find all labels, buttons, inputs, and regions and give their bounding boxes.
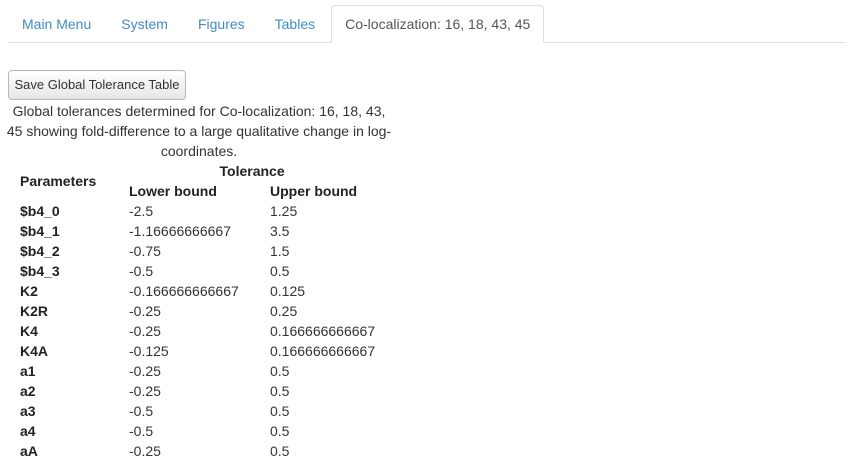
upper-bound-cell: 0.5 [270, 443, 290, 459]
upper-bound-cell: 0.25 [270, 303, 298, 319]
lower-bound-cell: -0.5 [129, 423, 154, 439]
lower-bound-cell: -0.25 [129, 383, 161, 399]
table-row: K4A -0.125 0.166666666667 [20, 341, 375, 361]
upper-bound-header: Upper bound [270, 183, 358, 199]
lower-bound-cell: -0.125 [129, 343, 169, 359]
lower-bound-cell: -1.16666666667 [129, 223, 231, 239]
lower-bound-cell: -0.75 [129, 243, 161, 259]
table-row: $b4_1 -1.16666666667 3.5 [20, 221, 375, 241]
upper-bound-cell: 0.5 [270, 423, 290, 439]
upper-bound-cell: 0.5 [270, 403, 290, 419]
param-cell: $b4_1 [20, 223, 60, 239]
upper-bound-cell: 0.166666666667 [270, 323, 376, 339]
lower-bound-cell: -0.25 [129, 303, 161, 319]
table-row: aA -0.25 0.5 [20, 441, 375, 461]
table-row: K4 -0.25 0.166666666667 [20, 321, 375, 341]
tab-tables[interactable]: Tables [261, 5, 329, 42]
page: Main Menu System Figures Tables Co-local… [0, 0, 849, 472]
global-tolerance-table: Parameters Tolerance Lower bound Upper b… [20, 161, 375, 461]
lower-bound-cell: -2.5 [129, 203, 154, 219]
parameters-header: Parameters [20, 173, 97, 189]
table-row: $b4_0 -2.5 1.25 [20, 201, 375, 221]
table-caption: Global tolerances determined for Co-loca… [6, 103, 392, 159]
param-cell: a2 [20, 383, 36, 399]
param-cell: K4A [20, 343, 49, 359]
upper-bound-cell: 0.5 [270, 383, 290, 399]
upper-bound-cell: 3.5 [270, 223, 290, 239]
lower-bound-cell: -0.5 [129, 263, 154, 279]
param-cell: aA [20, 443, 38, 459]
table-row: a1 -0.25 0.5 [20, 361, 375, 381]
lower-bound-cell: -0.25 [129, 363, 161, 379]
param-cell: K4 [20, 323, 38, 339]
lower-bound-cell: -0.5 [129, 403, 154, 419]
tab-system[interactable]: System [107, 5, 182, 42]
table-row: K2R -0.25 0.25 [20, 301, 375, 321]
upper-bound-cell: 1.5 [270, 243, 290, 259]
upper-bound-cell: 0.166666666667 [270, 343, 376, 359]
param-cell: a3 [20, 403, 36, 419]
tab-figures[interactable]: Figures [184, 5, 259, 42]
lower-bound-cell: -0.25 [129, 443, 161, 459]
table-row: a2 -0.25 0.5 [20, 381, 375, 401]
upper-bound-cell: 1.25 [270, 203, 298, 219]
param-cell: $b4_3 [20, 263, 60, 279]
lower-bound-cell: -0.25 [129, 323, 161, 339]
param-cell: $b4_2 [20, 243, 60, 259]
param-cell: a1 [20, 363, 36, 379]
tab-co-localization[interactable]: Co-localization: 16, 18, 43, 45 [331, 5, 545, 43]
table-row: K2 -0.166666666667 0.125 [20, 281, 375, 301]
save-global-tolerance-table-button[interactable]: Save Global Tolerance Table [8, 70, 186, 100]
nav-tabs: Main Menu System Figures Tables Co-local… [8, 4, 846, 43]
upper-bound-cell: 0.125 [270, 283, 306, 299]
upper-bound-cell: 0.5 [270, 263, 290, 279]
tolerance-header: Tolerance [219, 163, 285, 179]
param-cell: $b4_0 [20, 203, 60, 219]
table-row: $b4_3 -0.5 0.5 [20, 261, 375, 281]
table-row: a4 -0.5 0.5 [20, 421, 375, 441]
tab-main-menu[interactable]: Main Menu [8, 5, 105, 42]
param-cell: a4 [20, 423, 36, 439]
table-row: a3 -0.5 0.5 [20, 401, 375, 421]
param-cell: K2 [20, 283, 38, 299]
lower-bound-header: Lower bound [129, 183, 217, 199]
table-row: $b4_2 -0.75 1.5 [20, 241, 375, 261]
lower-bound-cell: -0.166666666667 [129, 283, 239, 299]
upper-bound-cell: 0.5 [270, 363, 290, 379]
param-cell: K2R [20, 303, 49, 319]
